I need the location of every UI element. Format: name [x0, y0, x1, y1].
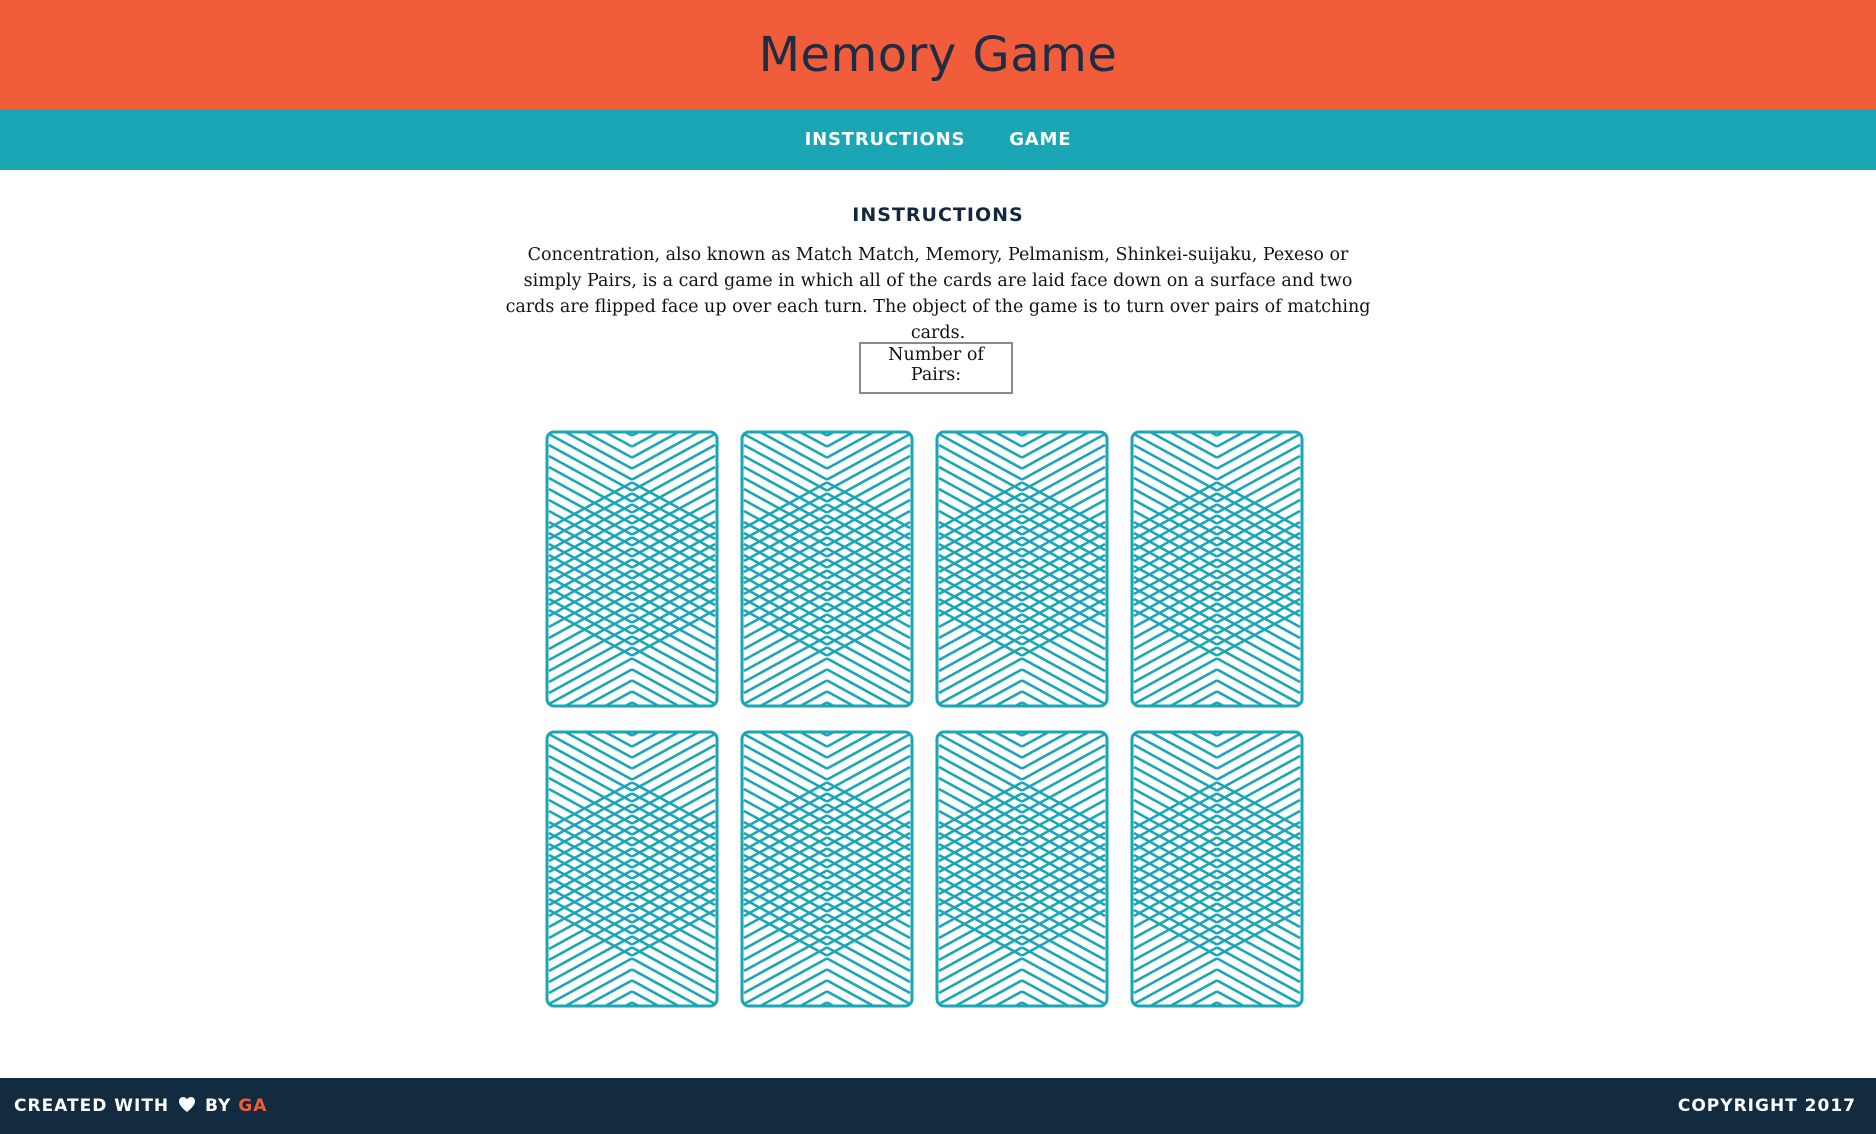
memory-card[interactable]: [740, 730, 914, 1008]
nav-link-instructions[interactable]: INSTRUCTIONS: [805, 129, 966, 150]
footer-credit: CREATED WITH BY GA: [14, 1078, 267, 1134]
instructions-heading: INSTRUCTIONS: [852, 204, 1024, 226]
card-back-pattern-icon: [1130, 730, 1304, 1008]
main-nav: INSTRUCTIONS GAME: [0, 109, 1876, 170]
memory-card[interactable]: [545, 430, 719, 708]
memory-card[interactable]: [935, 430, 1109, 708]
number-of-pairs-value: [861, 385, 1011, 403]
footer-author-link[interactable]: GA: [238, 1096, 267, 1116]
memory-card[interactable]: [1130, 430, 1304, 708]
card-back-pattern-icon: [740, 730, 914, 1008]
footer-created-with: CREATED WITH: [14, 1096, 170, 1116]
memory-card[interactable]: [935, 730, 1109, 1008]
card-back-pattern-icon: [545, 430, 719, 708]
card-back-pattern-icon: [1130, 430, 1304, 708]
memory-card[interactable]: [1130, 730, 1304, 1008]
nav-link-game[interactable]: GAME: [1009, 129, 1071, 150]
card-back-pattern-icon: [935, 430, 1109, 708]
site-footer: CREATED WITH BY GA COPYRIGHT 2017: [0, 1078, 1876, 1134]
card-back-pattern-icon: [740, 430, 914, 708]
number-of-pairs-box: Number of Pairs:: [859, 342, 1013, 394]
memory-card[interactable]: [740, 430, 914, 708]
memory-card[interactable]: [545, 730, 719, 1008]
number-of-pairs-label: Number of Pairs:: [888, 345, 984, 385]
instructions-text: Concentration, also known as Match Match…: [505, 245, 1371, 343]
card-back-pattern-icon: [935, 730, 1109, 1008]
heart-icon: [179, 1097, 196, 1112]
site-title: Memory Game: [758, 26, 1118, 83]
card-back-pattern-icon: [545, 730, 719, 1008]
site-header: Memory Game: [0, 0, 1876, 109]
footer-by: BY: [205, 1096, 232, 1116]
footer-copyright: COPYRIGHT 2017: [1677, 1096, 1856, 1116]
